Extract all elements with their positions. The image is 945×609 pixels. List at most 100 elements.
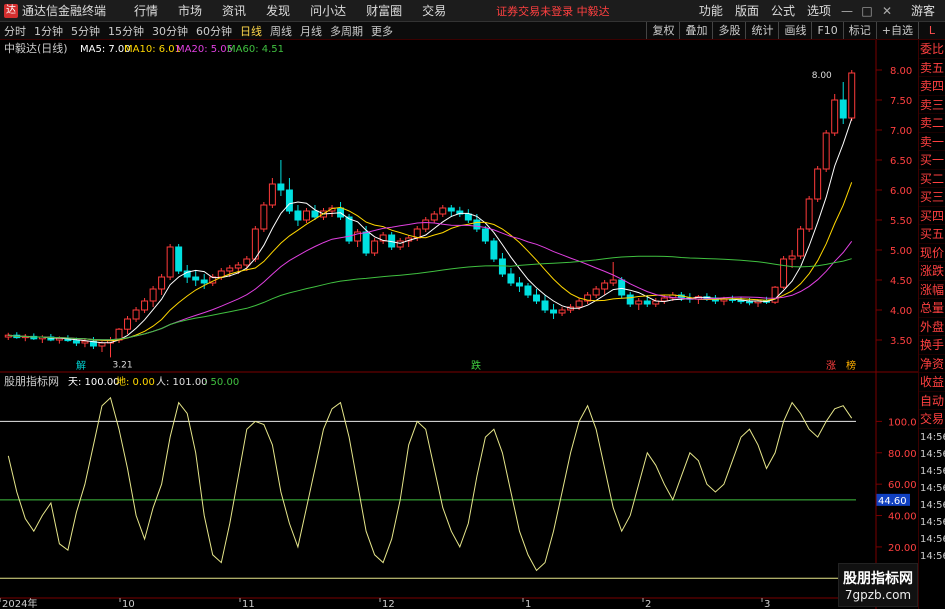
candle-body xyxy=(643,300,651,305)
draw-button[interactable]: 画线 xyxy=(778,22,811,39)
candle-body xyxy=(473,219,481,230)
menu-formula[interactable]: 公式 xyxy=(765,2,801,19)
candlestick-series[interactable] xyxy=(4,70,856,358)
side-item[interactable]: 净资 xyxy=(919,355,945,373)
marker-rank[interactable]: 榜 xyxy=(846,359,856,372)
price-tick-label: 5.00 xyxy=(890,246,912,257)
side-item[interactable]: 总量 xyxy=(919,299,945,318)
period-60min[interactable]: 60分钟 xyxy=(192,23,236,39)
side-item[interactable]: 涨幅 xyxy=(919,281,945,299)
candle-body xyxy=(575,300,583,308)
maximize-icon[interactable]: □ xyxy=(857,4,877,18)
side-item[interactable]: 换手 xyxy=(919,336,945,355)
menu-quotes[interactable]: 行情 xyxy=(124,2,168,19)
indicator-tian: 天: 100.00 xyxy=(68,377,120,388)
menu-wealth[interactable]: 财富圈 xyxy=(356,2,412,19)
side-item[interactable]: 买四 xyxy=(919,207,945,225)
menu-trade[interactable]: 交易 xyxy=(412,2,456,19)
mark-button[interactable]: 标记 xyxy=(842,22,876,39)
period-daily[interactable]: 日线 xyxy=(236,23,266,39)
candle-body xyxy=(848,72,856,119)
candle-body xyxy=(166,246,174,278)
period-monthly[interactable]: 月线 xyxy=(296,23,326,39)
title-bar: 达 通达信金融终端 行情 市场 资讯 发现 问小达 财富圈 交易 证券交易未登录… xyxy=(0,0,945,22)
side-item[interactable]: 买三 xyxy=(919,188,945,207)
moving-averages xyxy=(8,118,853,344)
marker-fall[interactable]: 跌 xyxy=(471,359,481,372)
ma20-label: MA20: 5.05 xyxy=(176,44,233,55)
side-time: 14:56 xyxy=(920,550,945,562)
candle-body xyxy=(507,273,515,284)
side-time: 14:56 xyxy=(920,448,945,460)
menu-ask[interactable]: 问小达 xyxy=(300,2,356,19)
price-gridlines xyxy=(876,69,882,341)
menu-options[interactable]: 选项 xyxy=(801,2,837,19)
indicator-ren: 人: 101.00 xyxy=(156,376,208,388)
menu-discover[interactable]: 发现 xyxy=(256,2,300,19)
side-item[interactable]: 买一 xyxy=(919,151,945,170)
user-label[interactable]: 游客 xyxy=(911,2,935,19)
candle-body xyxy=(533,294,540,302)
side-item[interactable]: 交易 xyxy=(919,410,945,429)
side-item[interactable]: 收益 xyxy=(919,373,945,392)
menu-layout[interactable]: 版面 xyxy=(729,2,765,19)
side-item[interactable]: 委比 xyxy=(919,40,945,59)
minimize-icon[interactable]: — xyxy=(837,4,857,18)
marker-unlock[interactable]: 解 xyxy=(76,359,86,372)
chart-area[interactable]: 中毅达(日线) MA5: 7.00 MA10: 6.01 MA20: 5.05 … xyxy=(0,40,918,609)
candle-body xyxy=(831,99,839,134)
side-item[interactable]: 卖二 xyxy=(919,114,945,133)
watermark-url: 7gpzb.com xyxy=(844,588,912,602)
period-15min[interactable]: 15分钟 xyxy=(104,23,148,39)
low-price-label: 3.21 xyxy=(113,360,133,370)
side-item[interactable]: 卖一 xyxy=(919,133,945,151)
period-30min[interactable]: 30分钟 xyxy=(148,23,192,39)
adjust-button[interactable]: 复权 xyxy=(646,22,679,39)
candle-body xyxy=(192,276,200,281)
candle-body xyxy=(226,267,234,272)
x-tick-label: 11 xyxy=(242,599,255,609)
stats-button[interactable]: 统计 xyxy=(745,22,778,39)
side-item[interactable]: 卖四 xyxy=(919,77,945,96)
high-price-label: 8.00 xyxy=(812,71,832,81)
side-item[interactable]: 买二 xyxy=(919,170,945,188)
side-item[interactable]: 买五 xyxy=(919,225,945,244)
side-item[interactable]: 自动 xyxy=(919,392,945,410)
period-5min[interactable]: 5分钟 xyxy=(67,23,104,39)
candle-body xyxy=(618,279,626,296)
menu-news[interactable]: 资讯 xyxy=(212,2,256,19)
period-weekly[interactable]: 周线 xyxy=(266,23,296,39)
side-item[interactable]: 涨跌 xyxy=(919,262,945,281)
candle-body xyxy=(132,309,140,320)
l-button[interactable]: L xyxy=(918,22,945,39)
side-item[interactable]: 卖三 xyxy=(919,96,945,114)
close-icon[interactable]: ✕ xyxy=(877,4,897,18)
candle-body xyxy=(371,240,379,254)
candle-body xyxy=(422,219,430,230)
candle-body xyxy=(260,204,268,230)
multi-stock-button[interactable]: 多股 xyxy=(712,22,745,39)
period-1min[interactable]: 1分钟 xyxy=(30,23,67,39)
ma20-line xyxy=(8,221,853,341)
ma60-label: MA60: 4.51 xyxy=(227,44,284,55)
side-item[interactable]: 卖五 xyxy=(919,59,945,77)
side-item[interactable]: 现价 xyxy=(919,244,945,262)
candle-body xyxy=(277,183,285,191)
login-warning[interactable]: 证券交易未登录 中毅达 xyxy=(496,3,610,19)
period-multi[interactable]: 多周期 xyxy=(326,23,367,39)
candle-body xyxy=(558,309,566,314)
candle-body xyxy=(780,258,788,288)
candle-body xyxy=(285,189,293,212)
menu-function[interactable]: 功能 xyxy=(693,2,729,19)
candle-body xyxy=(609,279,617,284)
overlay-button[interactable]: 叠加 xyxy=(679,22,712,39)
period-tick[interactable]: 分时 xyxy=(0,23,30,39)
price-axis: 8.00 7.50 7.00 6.50 6.00 5.50 5.00 4.50 4.00 3.50 xyxy=(890,66,912,347)
f10-button[interactable]: F10 xyxy=(811,22,842,39)
add-watchlist-button[interactable]: +自选 xyxy=(875,22,918,39)
marker-rise[interactable]: 涨 xyxy=(826,360,836,372)
x-tick-label: 12 xyxy=(382,599,395,609)
menu-market[interactable]: 市场 xyxy=(168,2,212,19)
period-more[interactable]: 更多 xyxy=(367,23,397,39)
side-item[interactable]: 外盘 xyxy=(919,318,945,336)
